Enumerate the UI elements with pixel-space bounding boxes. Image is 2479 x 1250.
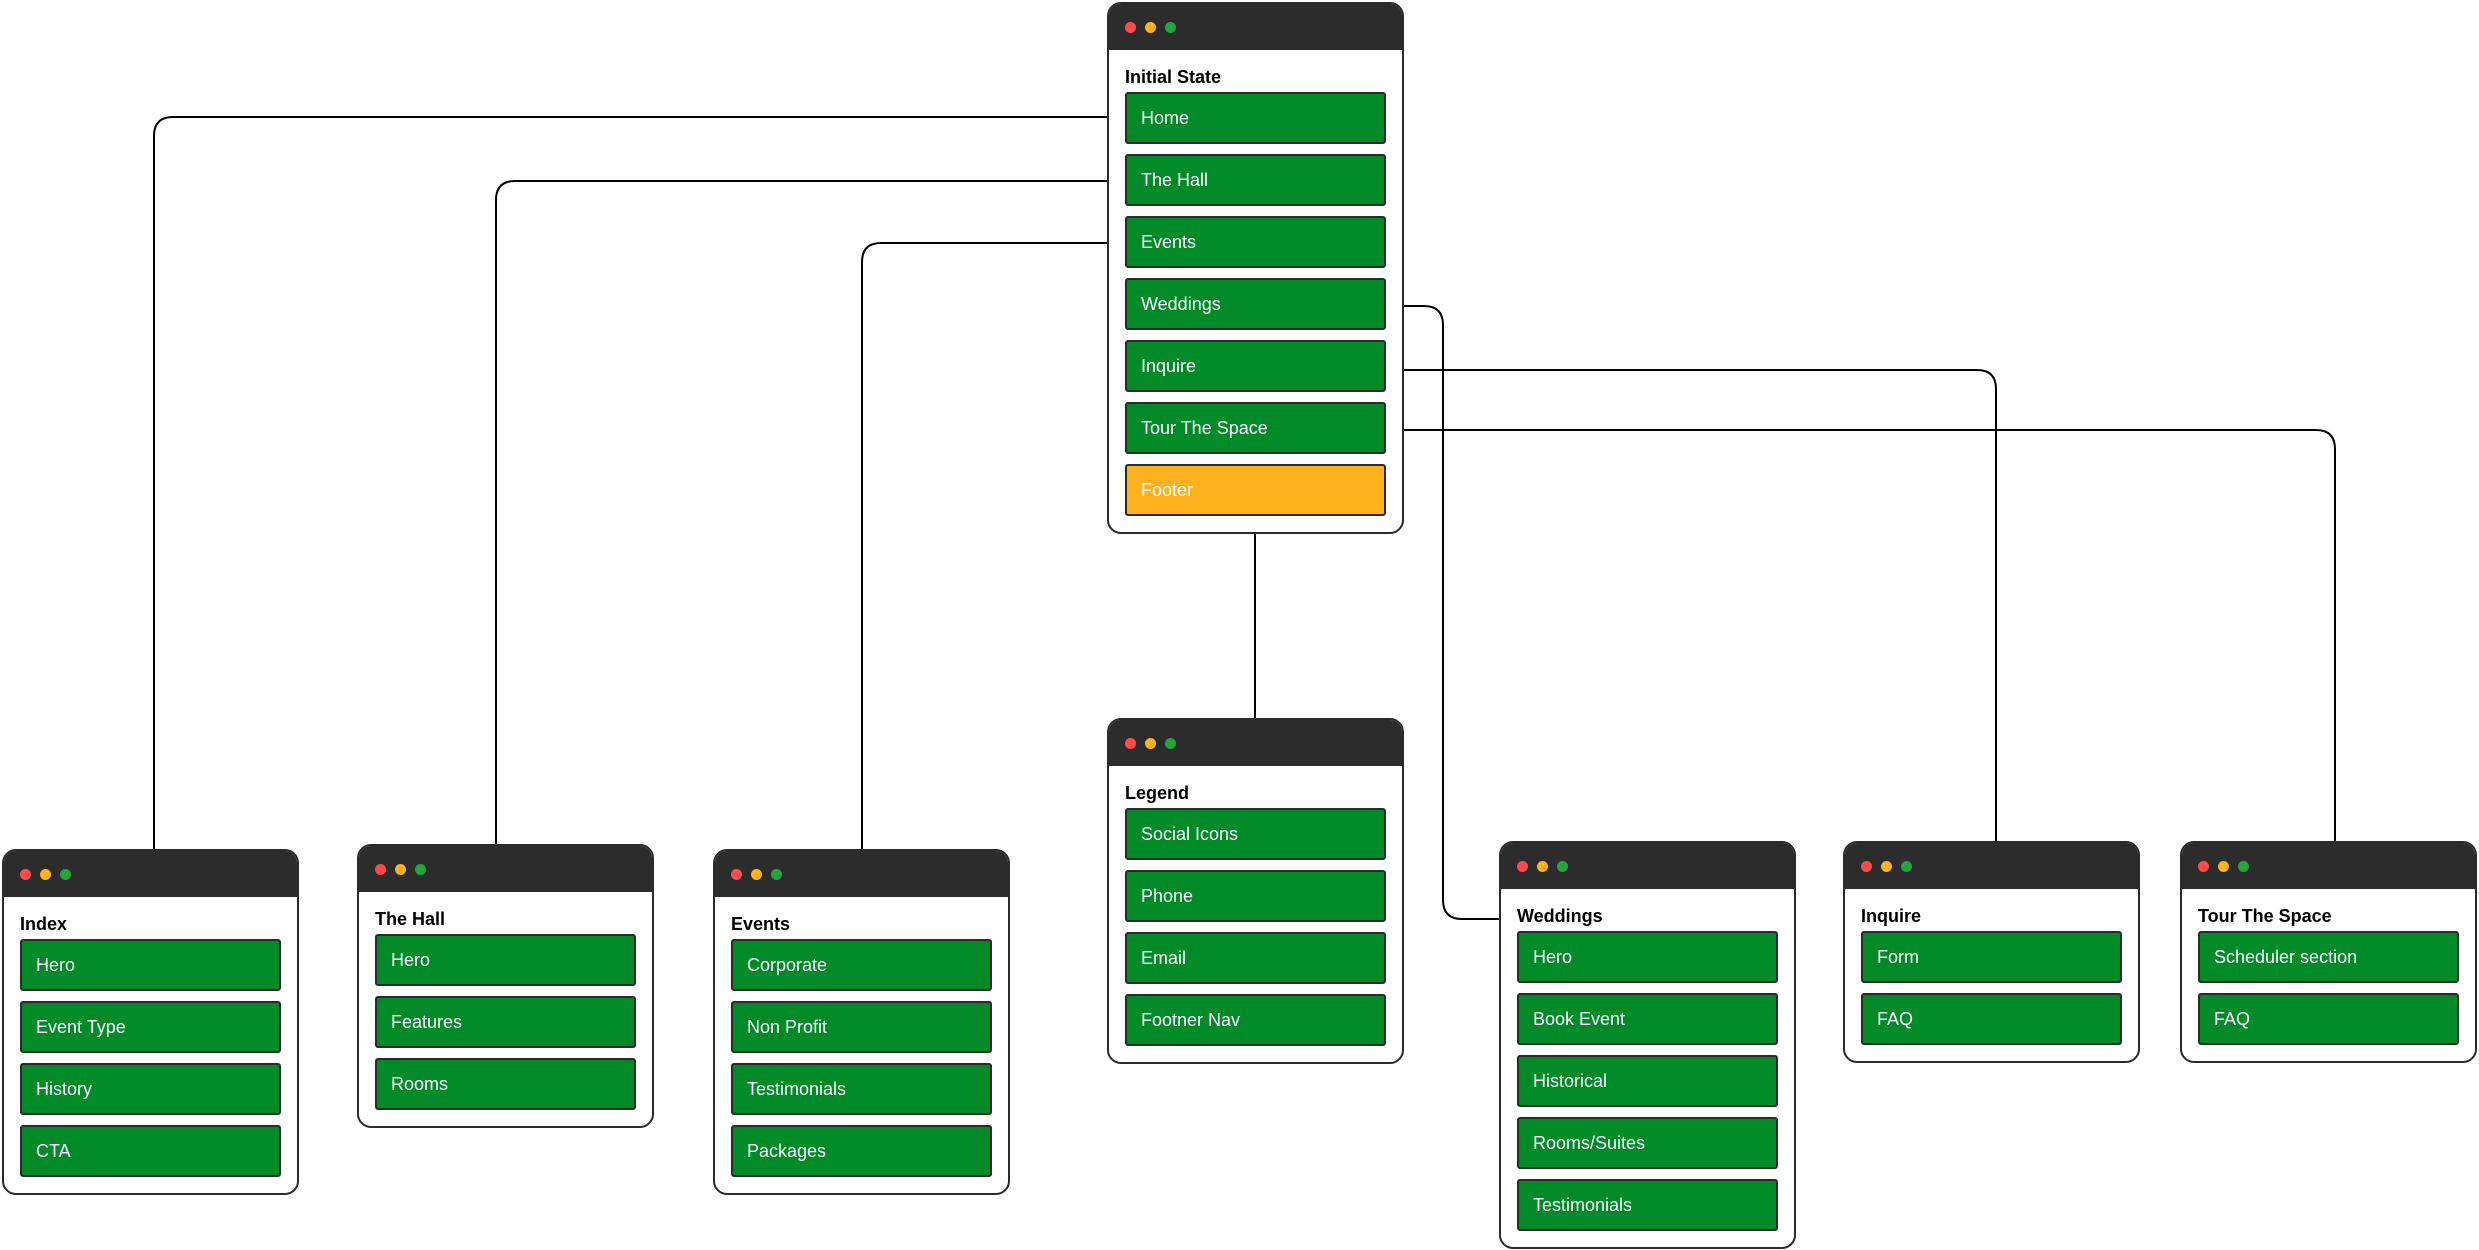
minimize-dot-icon — [40, 869, 51, 880]
minimize-dot-icon — [1145, 738, 1156, 749]
window-title: Index — [20, 914, 68, 934]
window-initial-state: Initial State Home The Hall Events Weddi… — [1107, 2, 1404, 534]
node-faq[interactable]: FAQ — [2198, 993, 2459, 1045]
node-home[interactable]: Home — [1125, 92, 1386, 144]
window-title: Tour The Space — [2198, 906, 2332, 926]
node-weddings[interactable]: Weddings — [1125, 278, 1386, 330]
window-tour-the-space: Tour The Space Scheduler section FAQ — [2180, 841, 2477, 1063]
node-corporate[interactable]: Corporate — [731, 939, 992, 991]
connector-home-index — [153, 116, 1124, 862]
node-rooms-suites[interactable]: Rooms/Suites — [1517, 1117, 1778, 1169]
close-dot-icon — [20, 869, 31, 880]
window-legend: Legend Social Icons Phone Email Footner … — [1107, 718, 1404, 1064]
maximize-dot-icon — [60, 869, 71, 880]
node-features[interactable]: Features — [375, 996, 636, 1048]
close-dot-icon — [1125, 22, 1136, 33]
close-dot-icon — [1125, 738, 1136, 749]
title-bar — [4, 851, 297, 897]
title-bar — [359, 846, 652, 892]
close-dot-icon — [1861, 861, 1872, 872]
node-the-hall[interactable]: The Hall — [1125, 154, 1386, 206]
node-non-profit[interactable]: Non Profit — [731, 1001, 992, 1053]
minimize-dot-icon — [395, 864, 406, 875]
close-dot-icon — [2198, 861, 2209, 872]
node-faq[interactable]: FAQ — [1861, 993, 2122, 1045]
minimize-dot-icon — [1881, 861, 1892, 872]
connector-events-events — [861, 242, 1124, 862]
maximize-dot-icon — [1901, 861, 1912, 872]
window-title: Initial State — [1125, 67, 1222, 87]
title-bar — [1109, 720, 1402, 766]
node-events[interactable]: Events — [1125, 216, 1386, 268]
node-history[interactable]: History — [20, 1063, 281, 1115]
title-bar — [1501, 843, 1794, 889]
node-testimonials[interactable]: Testimonials — [731, 1063, 992, 1115]
node-cta[interactable]: CTA — [20, 1125, 281, 1177]
window-title: The Hall — [375, 909, 446, 929]
node-hero[interactable]: Hero — [20, 939, 281, 991]
title-bar — [715, 851, 1008, 897]
node-phone[interactable]: Phone — [1125, 870, 1386, 922]
node-footer[interactable]: Footer — [1125, 464, 1386, 516]
window-index: Index Hero Event Type History CTA — [2, 849, 299, 1195]
node-scheduler-section[interactable]: Scheduler section — [2198, 931, 2459, 983]
title-bar — [1109, 4, 1402, 50]
node-inquire[interactable]: Inquire — [1125, 340, 1386, 392]
node-event-type[interactable]: Event Type — [20, 1001, 281, 1053]
minimize-dot-icon — [1537, 861, 1548, 872]
minimize-dot-icon — [2218, 861, 2229, 872]
window-weddings: Weddings Hero Book Event Historical Room… — [1499, 841, 1796, 1249]
node-email[interactable]: Email — [1125, 932, 1386, 984]
connector-inquire-inquire — [1385, 369, 1997, 843]
maximize-dot-icon — [771, 869, 782, 880]
connector-tour-tour — [1385, 429, 2336, 856]
minimize-dot-icon — [751, 869, 762, 880]
node-footer-nav[interactable]: Footner Nav — [1125, 994, 1386, 1046]
window-title: Events — [731, 914, 791, 934]
close-dot-icon — [1517, 861, 1528, 872]
close-dot-icon — [375, 864, 386, 875]
node-historical[interactable]: Historical — [1517, 1055, 1778, 1107]
node-form[interactable]: Form — [1861, 931, 2122, 983]
node-hero[interactable]: Hero — [1517, 931, 1778, 983]
node-book-event[interactable]: Book Event — [1517, 993, 1778, 1045]
node-rooms[interactable]: Rooms — [375, 1058, 636, 1110]
node-hero[interactable]: Hero — [375, 934, 636, 986]
window-inquire: Inquire Form FAQ — [1843, 841, 2140, 1063]
maximize-dot-icon — [1165, 738, 1176, 749]
node-tour-the-space[interactable]: Tour The Space — [1125, 402, 1386, 454]
title-bar — [2182, 843, 2475, 889]
title-bar — [1845, 843, 2138, 889]
window-title: Legend — [1125, 783, 1190, 803]
maximize-dot-icon — [1557, 861, 1568, 872]
window-title: Weddings — [1517, 906, 1603, 926]
close-dot-icon — [731, 869, 742, 880]
minimize-dot-icon — [1145, 22, 1156, 33]
node-testimonials[interactable]: Testimonials — [1517, 1179, 1778, 1231]
maximize-dot-icon — [415, 864, 426, 875]
window-title: Inquire — [1861, 906, 1922, 926]
maximize-dot-icon — [1165, 22, 1176, 33]
window-events: Events Corporate Non Profit Testimonials… — [713, 849, 1010, 1195]
connector-hall-thehall — [495, 180, 1124, 856]
node-packages[interactable]: Packages — [731, 1125, 992, 1177]
window-the-hall: The Hall Hero Features Rooms — [357, 844, 654, 1128]
node-social-icons[interactable]: Social Icons — [1125, 808, 1386, 860]
maximize-dot-icon — [2238, 861, 2249, 872]
